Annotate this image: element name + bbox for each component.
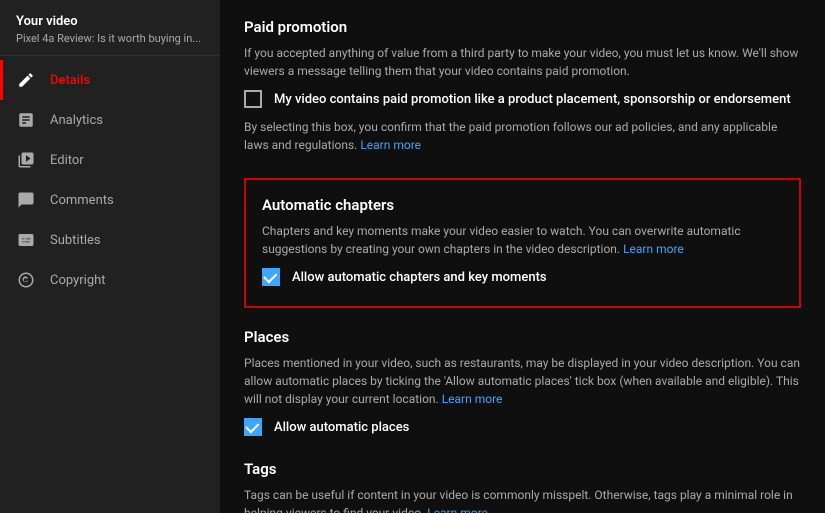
- sidebar-item-copyright[interactable]: Copyright: [0, 260, 220, 300]
- sidebar-item-editor[interactable]: Editor: [0, 140, 220, 180]
- copyright-icon: [16, 270, 36, 290]
- places-checkbox-label: Allow automatic places: [274, 420, 409, 435]
- automatic-chapters-checkbox-label: Allow automatic chapters and key moments: [292, 270, 547, 285]
- automatic-chapters-desc: Chapters and key moments make your video…: [262, 222, 783, 258]
- tags-section: Tags Tags can be useful if content in yo…: [244, 460, 801, 513]
- tags-title: Tags: [244, 460, 801, 478]
- paid-promotion-checkbox-desc-text: By selecting this box, you confirm that …: [244, 120, 777, 152]
- automatic-chapters-section: Automatic chapters Chapters and key mome…: [244, 178, 801, 308]
- places-desc-text: Places mentioned in your video, such as …: [244, 356, 800, 406]
- tags-desc: Tags can be useful if content in your vi…: [244, 486, 801, 513]
- paid-promotion-section: Paid promotion If you accepted anything …: [244, 18, 801, 154]
- subtitles-label: Subtitles: [50, 233, 101, 248]
- comments-label: Comments: [50, 193, 114, 208]
- sidebar-video-title: Your video: [16, 14, 204, 29]
- subtitles-icon: [16, 230, 36, 250]
- paid-promotion-checkbox-desc: By selecting this box, you confirm that …: [244, 118, 801, 154]
- analytics-icon: [16, 110, 36, 130]
- sidebar-item-details[interactable]: Details: [0, 60, 220, 100]
- sidebar-item-comments[interactable]: Comments: [0, 180, 220, 220]
- tags-desc-text: Tags can be useful if content in your vi…: [244, 488, 793, 513]
- editor-icon: [16, 150, 36, 170]
- places-desc: Places mentioned in your video, such as …: [244, 354, 801, 408]
- places-learn-more[interactable]: Learn more: [442, 392, 503, 406]
- editor-label: Editor: [50, 153, 84, 168]
- main-content: Paid promotion If you accepted anything …: [220, 0, 825, 513]
- tags-learn-more[interactable]: Learn more: [427, 506, 488, 513]
- automatic-chapters-title: Automatic chapters: [262, 196, 783, 214]
- automatic-chapters-checkbox-row[interactable]: Allow automatic chapters and key moments: [262, 268, 783, 286]
- places-title: Places: [244, 328, 801, 346]
- automatic-chapters-checkbox[interactable]: [262, 268, 280, 286]
- places-checkbox-row[interactable]: Allow automatic places: [244, 418, 801, 436]
- paid-promotion-title: Paid promotion: [244, 18, 801, 36]
- paid-promotion-checkbox[interactable]: [244, 90, 262, 108]
- comments-icon: [16, 190, 36, 210]
- automatic-chapters-learn-more[interactable]: Learn more: [623, 242, 684, 256]
- paid-promotion-checkbox-label: My video contains paid promotion like a …: [274, 92, 791, 107]
- paid-promotion-learn-more[interactable]: Learn more: [360, 138, 421, 152]
- sidebar-item-analytics[interactable]: Analytics: [0, 100, 220, 140]
- sidebar-nav: Details Analytics Editor: [0, 56, 220, 300]
- details-label: Details: [50, 73, 90, 88]
- sidebar: Your video Pixel 4a Review: Is it worth …: [0, 0, 220, 513]
- places-section: Places Places mentioned in your video, s…: [244, 328, 801, 436]
- analytics-label: Analytics: [50, 113, 103, 128]
- sidebar-item-subtitles[interactable]: Subtitles: [0, 220, 220, 260]
- sidebar-header: Your video Pixel 4a Review: Is it worth …: [0, 0, 220, 56]
- places-checkbox[interactable]: [244, 418, 262, 436]
- paid-promotion-desc: If you accepted anything of value from a…: [244, 44, 801, 80]
- sidebar-video-subtitle: Pixel 4a Review: Is it worth buying in..…: [16, 32, 204, 45]
- copyright-label: Copyright: [50, 273, 106, 288]
- paid-promotion-checkbox-row[interactable]: My video contains paid promotion like a …: [244, 90, 801, 108]
- details-icon: [16, 70, 36, 90]
